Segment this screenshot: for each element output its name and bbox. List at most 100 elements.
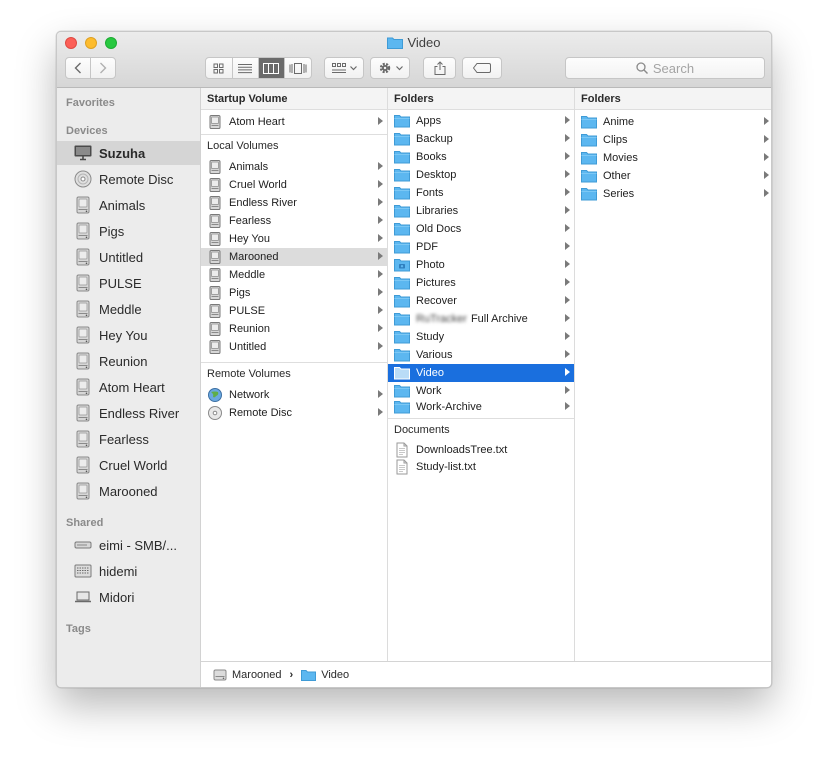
folder-row[interactable]: Books — [388, 148, 574, 166]
sidebar-item[interactable]: Midori — [57, 585, 200, 609]
search-placeholder: Search — [652, 60, 695, 76]
volume-row[interactable]: Cruel World — [201, 176, 387, 194]
share-icon — [434, 61, 445, 75]
row-label: Other — [603, 170, 631, 182]
volume-row[interactable]: Animals — [201, 158, 387, 176]
disclosure-arrow-icon — [565, 134, 570, 142]
folder-row[interactable]: Libraries — [388, 202, 574, 220]
folder-icon — [394, 185, 410, 201]
row-label: Books — [416, 151, 447, 163]
volume-row[interactable]: Network — [201, 386, 387, 404]
disclosure-arrow-icon — [764, 189, 769, 197]
volume-row[interactable]: Pigs — [201, 284, 387, 302]
laptop-icon — [73, 587, 93, 607]
sidebar-item[interactable]: Endless River — [57, 401, 200, 425]
sidebar-item[interactable]: Suzuha — [57, 141, 200, 165]
row-label: Various — [416, 349, 453, 361]
drive-icon — [73, 455, 93, 475]
folder-row[interactable]: Study — [388, 328, 574, 346]
folder-row[interactable]: Photo — [388, 256, 574, 274]
disclosure-arrow-icon — [565, 188, 570, 196]
folder-row[interactable]: PDF — [388, 238, 574, 256]
share-button[interactable] — [423, 57, 456, 79]
sidebar-item[interactable]: Hey You — [57, 323, 200, 347]
folder-icon — [581, 168, 597, 184]
sidebar-item[interactable]: eimi - SMB/... — [57, 533, 200, 557]
tag-icon — [473, 63, 491, 73]
folder-row[interactable]: Old Docs — [388, 220, 574, 238]
row-label: Work-Archive — [416, 401, 482, 413]
disclosure-arrow-icon — [378, 270, 383, 278]
sidebar-item[interactable]: PULSE — [57, 271, 200, 295]
volume-row[interactable]: Marooned — [201, 248, 387, 266]
folder-row[interactable]: Backup — [388, 130, 574, 148]
document-row[interactable]: Study-list.txt — [388, 458, 574, 476]
disclosure-arrow-icon — [764, 171, 769, 179]
arrange-button[interactable] — [324, 57, 364, 79]
icon-view-button[interactable] — [206, 58, 233, 78]
nav-buttons — [65, 57, 116, 79]
sidebar-item[interactable]: Marooned — [57, 479, 200, 503]
folder-row[interactable]: RuTracker Full Archive — [388, 310, 574, 328]
volume-row[interactable]: PULSE — [201, 302, 387, 320]
folder-row[interactable]: Work-Archive — [388, 398, 574, 416]
volume-row[interactable]: Fearless — [201, 212, 387, 230]
folder-row[interactable]: Anime — [575, 113, 771, 131]
volume-row[interactable]: Atom Heart — [201, 113, 387, 131]
volume-row[interactable]: Hey You — [201, 230, 387, 248]
folder-row[interactable]: Apps — [388, 112, 574, 130]
drive-icon — [73, 325, 93, 345]
folder-icon — [581, 132, 597, 148]
folder-row[interactable]: Other — [575, 167, 771, 185]
tags-button[interactable] — [462, 57, 502, 79]
folder-row[interactable]: Clips — [575, 131, 771, 149]
row-label: Backup — [416, 133, 453, 145]
folder-row[interactable]: Video — [388, 364, 574, 382]
action-button[interactable] — [370, 57, 410, 79]
folder-row[interactable]: Pictures — [388, 274, 574, 292]
sidebar-item[interactable]: Pigs — [57, 219, 200, 243]
column-view-button[interactable] — [259, 58, 285, 78]
column-section-header: Local Volumes — [207, 140, 279, 152]
volume-row[interactable]: Endless River — [201, 194, 387, 212]
folder-row[interactable]: Desktop — [388, 166, 574, 184]
back-button[interactable] — [66, 58, 91, 78]
row-label: Recover — [416, 295, 457, 307]
sidebar-item[interactable]: Reunion — [57, 349, 200, 373]
folder-row[interactable]: Fonts — [388, 184, 574, 202]
folder-icon — [387, 36, 404, 52]
sidebar-section-header: Favorites — [66, 97, 115, 109]
sidebar-item[interactable]: Atom Heart — [57, 375, 200, 399]
folder-row[interactable]: Various — [388, 346, 574, 364]
folder-row[interactable]: Recover — [388, 292, 574, 310]
folder-icon — [394, 293, 410, 309]
sidebar-item[interactable]: hidemi — [57, 559, 200, 583]
document-row[interactable]: DownloadsTree.txt — [388, 441, 574, 459]
volume-row[interactable]: Reunion — [201, 320, 387, 338]
row-label: Untitled — [229, 341, 267, 353]
disclosure-arrow-icon — [565, 206, 570, 214]
forward-button[interactable] — [91, 58, 115, 78]
sidebar-item-label: hidemi — [99, 563, 138, 579]
row-label: Meddle — [229, 269, 266, 281]
list-view-button[interactable] — [233, 58, 259, 78]
cover-flow-button[interactable] — [285, 58, 311, 78]
volume-row[interactable]: Untitled — [201, 338, 387, 356]
sidebar-item[interactable]: Cruel World — [57, 453, 200, 477]
volume-row[interactable]: Meddle — [201, 266, 387, 284]
small-drive-icon — [207, 159, 223, 175]
volume-row[interactable]: Remote Disc — [201, 404, 387, 422]
window-title: Video — [57, 35, 771, 52]
search-field[interactable]: Search — [565, 57, 765, 79]
small-drive-icon — [207, 195, 223, 211]
folder-row[interactable]: Movies — [575, 149, 771, 167]
sidebar-item[interactable]: Remote Disc — [57, 167, 200, 191]
path-item[interactable]: Marooned — [232, 669, 282, 681]
sidebar-item[interactable]: Fearless — [57, 427, 200, 451]
path-item[interactable]: Video — [321, 669, 349, 681]
sidebar-item[interactable]: Meddle — [57, 297, 200, 321]
folder-row[interactable]: Series — [575, 185, 771, 203]
sidebar-item[interactable]: Animals — [57, 193, 200, 217]
row-label: Pictures — [416, 277, 456, 289]
sidebar-item[interactable]: Untitled — [57, 245, 200, 269]
